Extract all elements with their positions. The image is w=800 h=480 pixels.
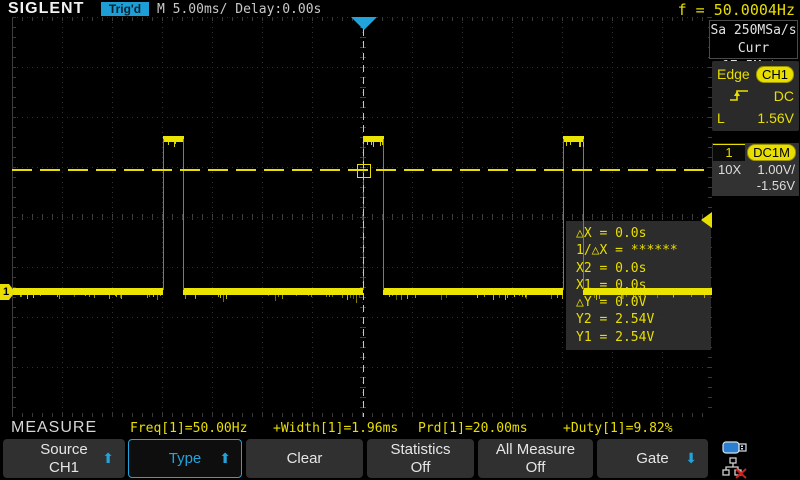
menu-button-source[interactable]: SourceCH1 ⬆	[3, 439, 125, 478]
channel-offset: -1.56V	[757, 178, 795, 193]
menu-button-sublabel: Off	[526, 459, 546, 477]
menu-button-clear[interactable]: Clear	[246, 439, 363, 478]
rising-edge-icon	[729, 88, 749, 105]
soft-menu-bar: SourceCH1⬆Type⬆ClearStatisticsOffAll Mea…	[0, 438, 800, 480]
trigger-coupling: DC	[774, 88, 794, 104]
grid-hline	[12, 17, 712, 18]
chevron-up-icon: ⬆	[219, 450, 231, 468]
cursor-readout-line: X2 = 0.0s	[576, 260, 711, 277]
chevron-down-icon: ⬇	[685, 450, 697, 468]
menu-button-type[interactable]: Type ⬆	[128, 439, 242, 478]
menu-button-label: Gate	[636, 450, 669, 468]
menu-button-all-measure[interactable]: All MeasureOff	[478, 439, 593, 478]
cursor-readout-line: △Y = 0.0V	[576, 294, 711, 311]
menu-button-label: Clear	[287, 450, 323, 468]
cursor-readout-line: 1/△X = ******	[576, 242, 711, 259]
trigger-source-badge[interactable]: CH1	[756, 66, 794, 83]
right-sidebar: Sa 250MSa/s Curr 17.5Mpts Edge CH1 DC L …	[712, 17, 800, 417]
measure-title: MEASURE	[11, 419, 97, 437]
trigger-level-label: L	[717, 110, 725, 126]
menu-button-statistics[interactable]: StatisticsOff	[367, 439, 474, 478]
menu-button-sublabel: CH1	[49, 459, 79, 477]
channel-number: 1	[713, 144, 745, 161]
menu-button-sublabel: Off	[411, 459, 431, 477]
volts-per-div: 1.00V/	[757, 162, 795, 177]
menu-button-label: Type	[169, 450, 202, 468]
graticule	[12, 17, 712, 417]
channel-coupling-badge: DC1M	[747, 144, 796, 161]
grid-hline	[12, 367, 712, 368]
cursor-readout-box: △X = 0.0s1/△X = ******X2 = 0.0sX1 = 0.0s…	[566, 221, 711, 350]
timebase-readout: M 5.00ms/ Delay:0.00s	[157, 2, 321, 17]
measure-freq: Freq[1]=50.00Hz	[130, 421, 247, 436]
chevron-up-icon: ⬆	[102, 450, 114, 468]
lan-disconnected-icon	[722, 457, 748, 480]
grid-hline	[12, 67, 712, 68]
header-bar: SIGLENT Trig'd M 5.00ms/ Delay:0.00s f =…	[0, 0, 800, 18]
grid-hline	[12, 217, 712, 218]
measure-bar: MEASURE Freq[1]=50.00Hz +Width[1]=1.96ms…	[0, 417, 800, 438]
oscilloscope-screen: SIGLENT Trig'd M 5.00ms/ Delay:0.00s f =…	[0, 0, 800, 480]
sample-rate: Sa 250MSa/s	[710, 22, 797, 40]
menu-button-gate[interactable]: Gate ⬇	[597, 439, 708, 478]
menu-button-label: All Measure	[496, 441, 575, 459]
cursor-readout-line: Y1 = 2.54V	[576, 329, 711, 346]
menu-button-label: Statistics	[390, 441, 450, 459]
menu-button-label: Source	[40, 441, 88, 459]
probe-attenuation: 10X	[718, 162, 741, 177]
cursor-readout-line: X1 = 0.0s	[576, 277, 711, 294]
measure-pos-duty: +Duty[1]=9.82%	[563, 421, 673, 436]
trigger-status-badge: Trig'd	[101, 2, 149, 16]
trigger-level-value: 1.56V	[757, 110, 794, 126]
measure-pos-width: +Width[1]=1.96ms	[273, 421, 398, 436]
grid-hline	[12, 117, 712, 118]
trigger-info-box: Edge CH1 DC L 1.56V	[712, 61, 799, 131]
acquisition-info-box: Sa 250MSa/s Curr 17.5Mpts	[709, 20, 798, 59]
cursor-readout-line: △X = 0.0s	[576, 225, 711, 242]
status-icons	[722, 440, 798, 480]
trigger-mode: Edge	[717, 66, 750, 82]
channel1-info-box[interactable]: 1 DC1M 10X 1.00V/ -1.56V	[712, 143, 799, 196]
siglent-logo: SIGLENT	[8, 0, 84, 18]
grid-hline	[12, 167, 712, 168]
measure-period: Prd[1]=20.00ms	[418, 421, 528, 436]
cursor-readout-line: Y2 = 2.54V	[576, 311, 711, 328]
